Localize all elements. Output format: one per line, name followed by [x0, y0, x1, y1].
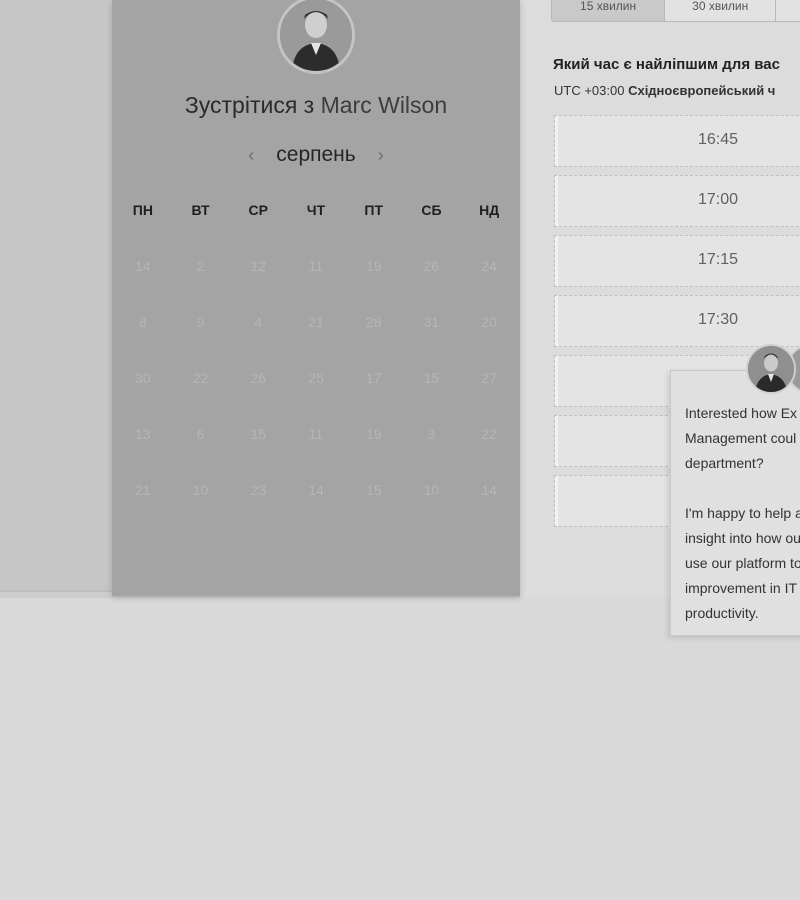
calendar-day: 26 — [423, 258, 440, 274]
time-slot-button[interactable]: 16:45 — [554, 115, 800, 167]
calendar-day: 23 — [250, 482, 267, 498]
time-slot-label: 17:15 — [697, 251, 739, 268]
weekday-label: ПН — [132, 202, 153, 218]
calendar-day: 14 — [135, 258, 151, 274]
tab-30-minutes[interactable]: 30 хвилин — [665, 0, 777, 21]
chat-agent-avatar[interactable] — [746, 344, 796, 394]
calendar-day: 17 — [365, 370, 382, 386]
chevron-left-icon[interactable]: ‹ — [244, 145, 258, 166]
weekday-label: ВТ — [191, 202, 210, 218]
weekday-label: СР — [248, 202, 268, 218]
calendar-day: 31 — [423, 314, 440, 330]
tab-15-minutes[interactable]: 15 хвилин — [552, 0, 666, 21]
chat-line: insight into how ou — [685, 530, 800, 546]
calendar-day: 11 — [308, 426, 324, 442]
month-label: серпень — [276, 143, 356, 166]
time-slot-label: 16:45 — [697, 131, 739, 148]
calendar-day: 15 — [423, 370, 440, 386]
calendar-day: 6 — [196, 426, 205, 442]
calendar-day: 19 — [365, 426, 382, 442]
calendar-day: 21 — [135, 482, 151, 498]
chat-message-popup[interactable]: Interested how Ex Management coul depart… — [670, 370, 800, 636]
calendar-week: 30 22 26 25 17 15 27 — [114, 368, 518, 424]
calendar-day: 30 — [135, 370, 151, 386]
calendar-week: 13 6 15 11 19 3 22 — [114, 424, 518, 480]
weekday-header: ПН ВТ СР ЧТ ПТ СБ НД — [112, 202, 520, 218]
calendar-week: 21 10 23 14 15 10 14 — [114, 480, 518, 536]
left-background-strip — [0, 0, 112, 592]
calendar-day: 12 — [250, 258, 267, 274]
chat-line: use our platform to — [685, 555, 800, 571]
time-question-heading: Який час є найліпшим для вас — [553, 56, 780, 73]
person-photo-icon — [748, 346, 794, 392]
chat-message-text: Interested how Ex Management coul depart… — [685, 401, 800, 651]
calendar-day: 2 — [196, 258, 205, 274]
weekday-label: НД — [479, 202, 500, 218]
timezone-offset: UTC +03:00 — [554, 83, 625, 98]
meeting-title-prefix: Зустрітися з — [184, 92, 315, 118]
chat-line: improvement in IT — [685, 580, 798, 596]
calendar-day: 10 — [423, 482, 440, 498]
chat-line: department? — [685, 455, 764, 471]
calendar-day: 9 — [196, 314, 205, 330]
time-slot-label: 17:30 — [697, 311, 739, 328]
calendar-day: 20 — [481, 314, 497, 330]
calendar-day: 22 — [481, 426, 497, 442]
chevron-right-icon[interactable]: › — [374, 145, 388, 166]
calendar-day: 28 — [365, 314, 382, 330]
calendar-grid: 14 2 12 11 19 26 24 8 9 4 21 28 31 20 30… — [112, 256, 520, 536]
calendar-day: 25 — [308, 370, 324, 386]
calendar-day: 21 — [308, 314, 324, 330]
calendar-day: 27 — [481, 370, 497, 386]
time-slot-button[interactable]: 17:15 — [554, 235, 800, 287]
duration-tabs: 15 хвилин 30 хвилин — [551, 0, 800, 22]
chat-line: productivity. — [685, 605, 759, 621]
calendar-card: Зустрітися з Marc Wilson ‹ серпень › ПН … — [112, 0, 520, 596]
weekday-label: СБ — [421, 202, 442, 218]
calendar-week: 8 9 4 21 28 31 20 — [114, 312, 518, 368]
calendar-day: 19 — [365, 258, 382, 274]
calendar-day: 14 — [308, 482, 324, 498]
calendar-day: 14 — [481, 482, 497, 498]
meeting-title: Зустрітися з Marc Wilson — [112, 92, 520, 119]
chat-line: Management coul — [685, 430, 797, 446]
calendar-day: 10 — [192, 482, 209, 498]
weekday-label: ПТ — [364, 202, 384, 218]
time-slot-button[interactable]: 17:00 — [554, 175, 800, 227]
calendar-day: 24 — [481, 258, 497, 274]
calendar-day: 11 — [308, 258, 324, 274]
calendar-day: 8 — [138, 314, 147, 330]
time-slot-button[interactable]: 17:30 — [554, 295, 800, 347]
calendar-day: 15 — [250, 426, 267, 442]
calendar-day: 13 — [135, 426, 151, 442]
month-navigation: ‹ серпень › — [112, 140, 520, 170]
calendar-day: 22 — [192, 370, 209, 386]
calendar-day: 3 — [427, 426, 436, 442]
calendar-day: 4 — [254, 314, 263, 330]
timezone-name: Східноєвропейський ч — [628, 83, 776, 98]
host-avatar — [277, 0, 355, 74]
host-name: Marc Wilson — [320, 92, 448, 118]
tab-more-durations[interactable] — [776, 0, 800, 21]
time-slot-label: 17:00 — [697, 191, 739, 208]
chat-line: Interested how Ex — [685, 405, 798, 421]
weekday-label: ЧТ — [306, 202, 326, 218]
calendar-day: 15 — [365, 482, 382, 498]
timezone-label[interactable]: UTC +03:00 Східноєвропейський ч — [554, 83, 775, 98]
calendar-day: 26 — [250, 370, 267, 386]
chat-line: I'm happy to help a — [685, 505, 800, 521]
person-photo-icon — [280, 0, 352, 71]
calendar-week: 14 2 12 11 19 26 24 — [114, 256, 518, 312]
